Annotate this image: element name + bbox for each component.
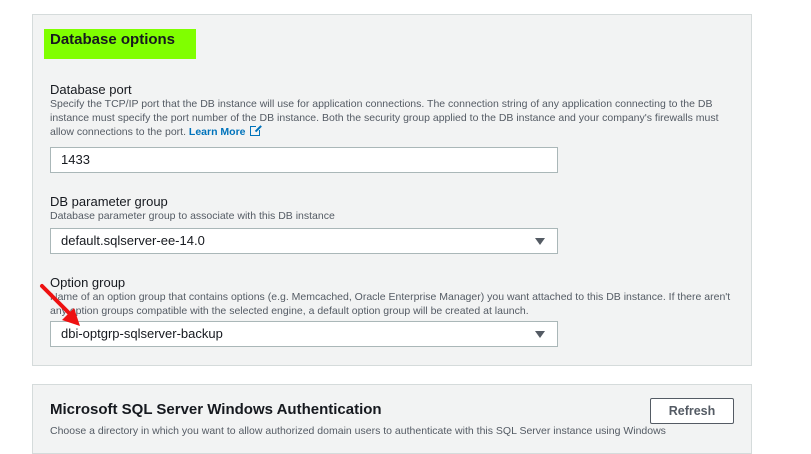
windows-auth-title: Microsoft SQL Server Windows Authenticat…: [50, 401, 382, 418]
windows-auth-description: Choose a directory in which you want to …: [50, 425, 666, 437]
caret-down-icon[interactable]: [535, 238, 545, 245]
option-group-select[interactable]: dbi-optgrp-sqlserver-backup: [50, 321, 558, 347]
parameter-group-select[interactable]: default.sqlserver-ee-14.0: [50, 228, 558, 254]
option-group-description: Name of an option group that contains op…: [50, 291, 731, 317]
database-port-input[interactable]: 1433: [50, 147, 558, 173]
database-port-description: Specify the TCP/IP port that the DB inst…: [50, 97, 740, 139]
section-title: Database options: [50, 31, 176, 48]
parameter-group-label: DB parameter group: [50, 194, 168, 209]
learn-more-label[interactable]: Learn More: [189, 126, 246, 138]
external-link-icon[interactable]: [249, 124, 262, 136]
refresh-button[interactable]: Refresh: [650, 398, 734, 424]
parameter-group-value: default.sqlserver-ee-14.0: [61, 233, 205, 248]
parameter-group-description: Database parameter group to associate wi…: [50, 210, 335, 222]
annotation-arrow-icon: [40, 284, 80, 326]
database-port-description-text: Specify the TCP/IP port that the DB inst…: [50, 98, 719, 138]
database-port-label: Database port: [50, 82, 132, 97]
caret-down-icon[interactable]: [535, 331, 545, 338]
learn-more-link[interactable]: Learn More: [189, 124, 262, 138]
windows-auth-panel: [32, 384, 752, 454]
